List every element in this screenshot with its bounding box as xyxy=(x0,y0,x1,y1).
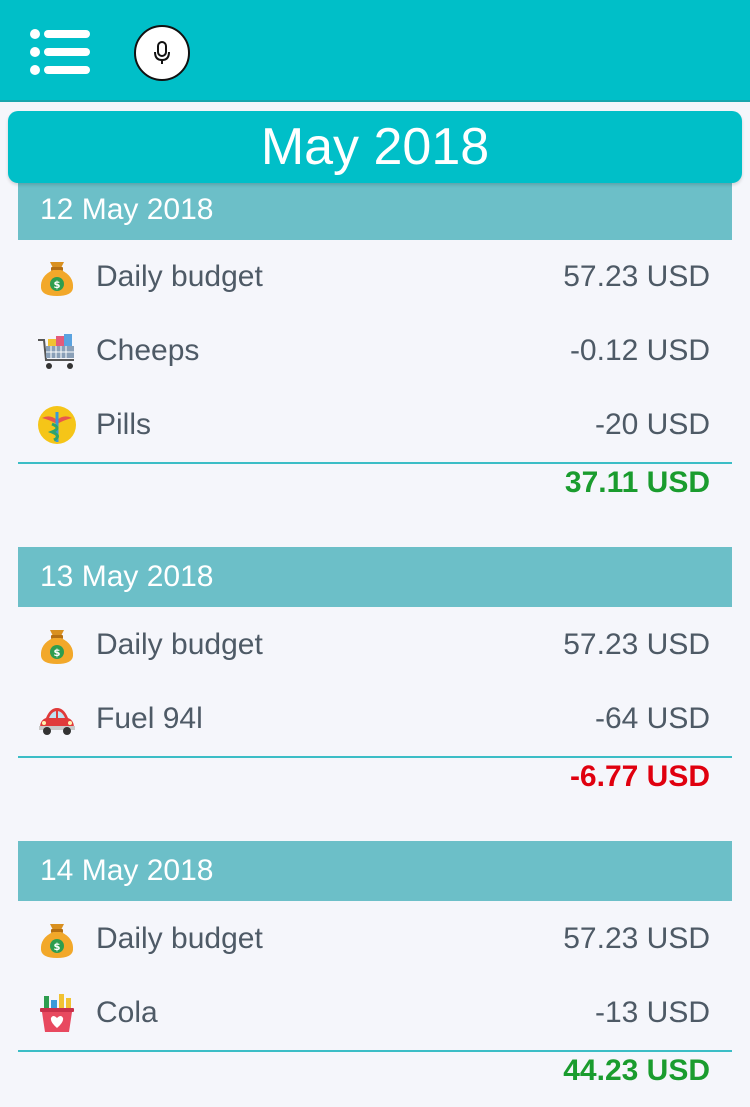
transaction-amount: -64 USD xyxy=(594,702,710,735)
day-total: 44.23 USD xyxy=(563,1054,710,1087)
divider xyxy=(18,462,732,464)
divider xyxy=(18,756,732,758)
transaction-row[interactable]: Cheeps -0.12 USD xyxy=(18,314,732,388)
transaction-row[interactable]: Cola -13 USD xyxy=(18,976,732,1050)
day-header: 12 May 2018 xyxy=(18,180,732,240)
red-car-icon xyxy=(39,708,75,735)
transaction-amount: -0.12 USD xyxy=(569,334,710,367)
transaction-row[interactable]: Fuel 94l -64 USD xyxy=(18,682,732,756)
svg-text:$: $ xyxy=(54,280,61,291)
money-bag-icon: $ xyxy=(40,262,74,296)
transaction-name: Daily budget xyxy=(96,922,263,955)
transaction-name: Fuel 94l xyxy=(96,702,203,735)
transaction-name: Daily budget xyxy=(96,260,263,293)
day-total: 37.11 USD xyxy=(564,466,710,499)
transaction-amount: 57.23 USD xyxy=(563,260,710,293)
transaction-name: Daily budget xyxy=(96,628,263,661)
money-bag-icon: $ xyxy=(40,630,74,664)
grocery-basket-icon xyxy=(40,994,74,1032)
transaction-name: Pills xyxy=(96,408,152,441)
transaction-row[interactable]: Pills -20 USD xyxy=(18,388,732,462)
transaction-row[interactable]: $ Daily budget 57.23 USD xyxy=(18,240,732,314)
menu-list-icon[interactable] xyxy=(30,28,92,76)
transaction-name: Cheeps xyxy=(96,334,200,367)
transaction-amount: -13 USD xyxy=(594,996,710,1029)
medical-caduceus-icon xyxy=(38,406,76,444)
month-title[interactable]: May 2018 xyxy=(8,111,742,183)
svg-text:$: $ xyxy=(54,942,61,953)
divider xyxy=(18,1050,732,1052)
top-bar xyxy=(0,0,750,102)
day-total: -6.77 USD xyxy=(569,760,710,793)
transaction-amount: -20 USD xyxy=(594,408,710,441)
day-header: 13 May 2018 xyxy=(18,547,732,607)
transaction-row[interactable]: $ Daily budget 57.23 USD xyxy=(18,608,732,682)
money-bag-icon: $ xyxy=(40,924,74,958)
svg-text:$: $ xyxy=(54,648,61,659)
transaction-name: Cola xyxy=(96,996,158,1029)
shopping-cart-icon xyxy=(38,334,74,369)
transaction-amount: 57.23 USD xyxy=(563,628,710,661)
voice-input-button[interactable] xyxy=(134,25,190,81)
transaction-amount: 57.23 USD xyxy=(563,922,710,955)
transaction-row[interactable]: $ Daily budget 57.23 USD xyxy=(18,902,732,976)
day-header: 14 May 2018 xyxy=(18,841,732,901)
microphone-icon xyxy=(154,41,170,64)
